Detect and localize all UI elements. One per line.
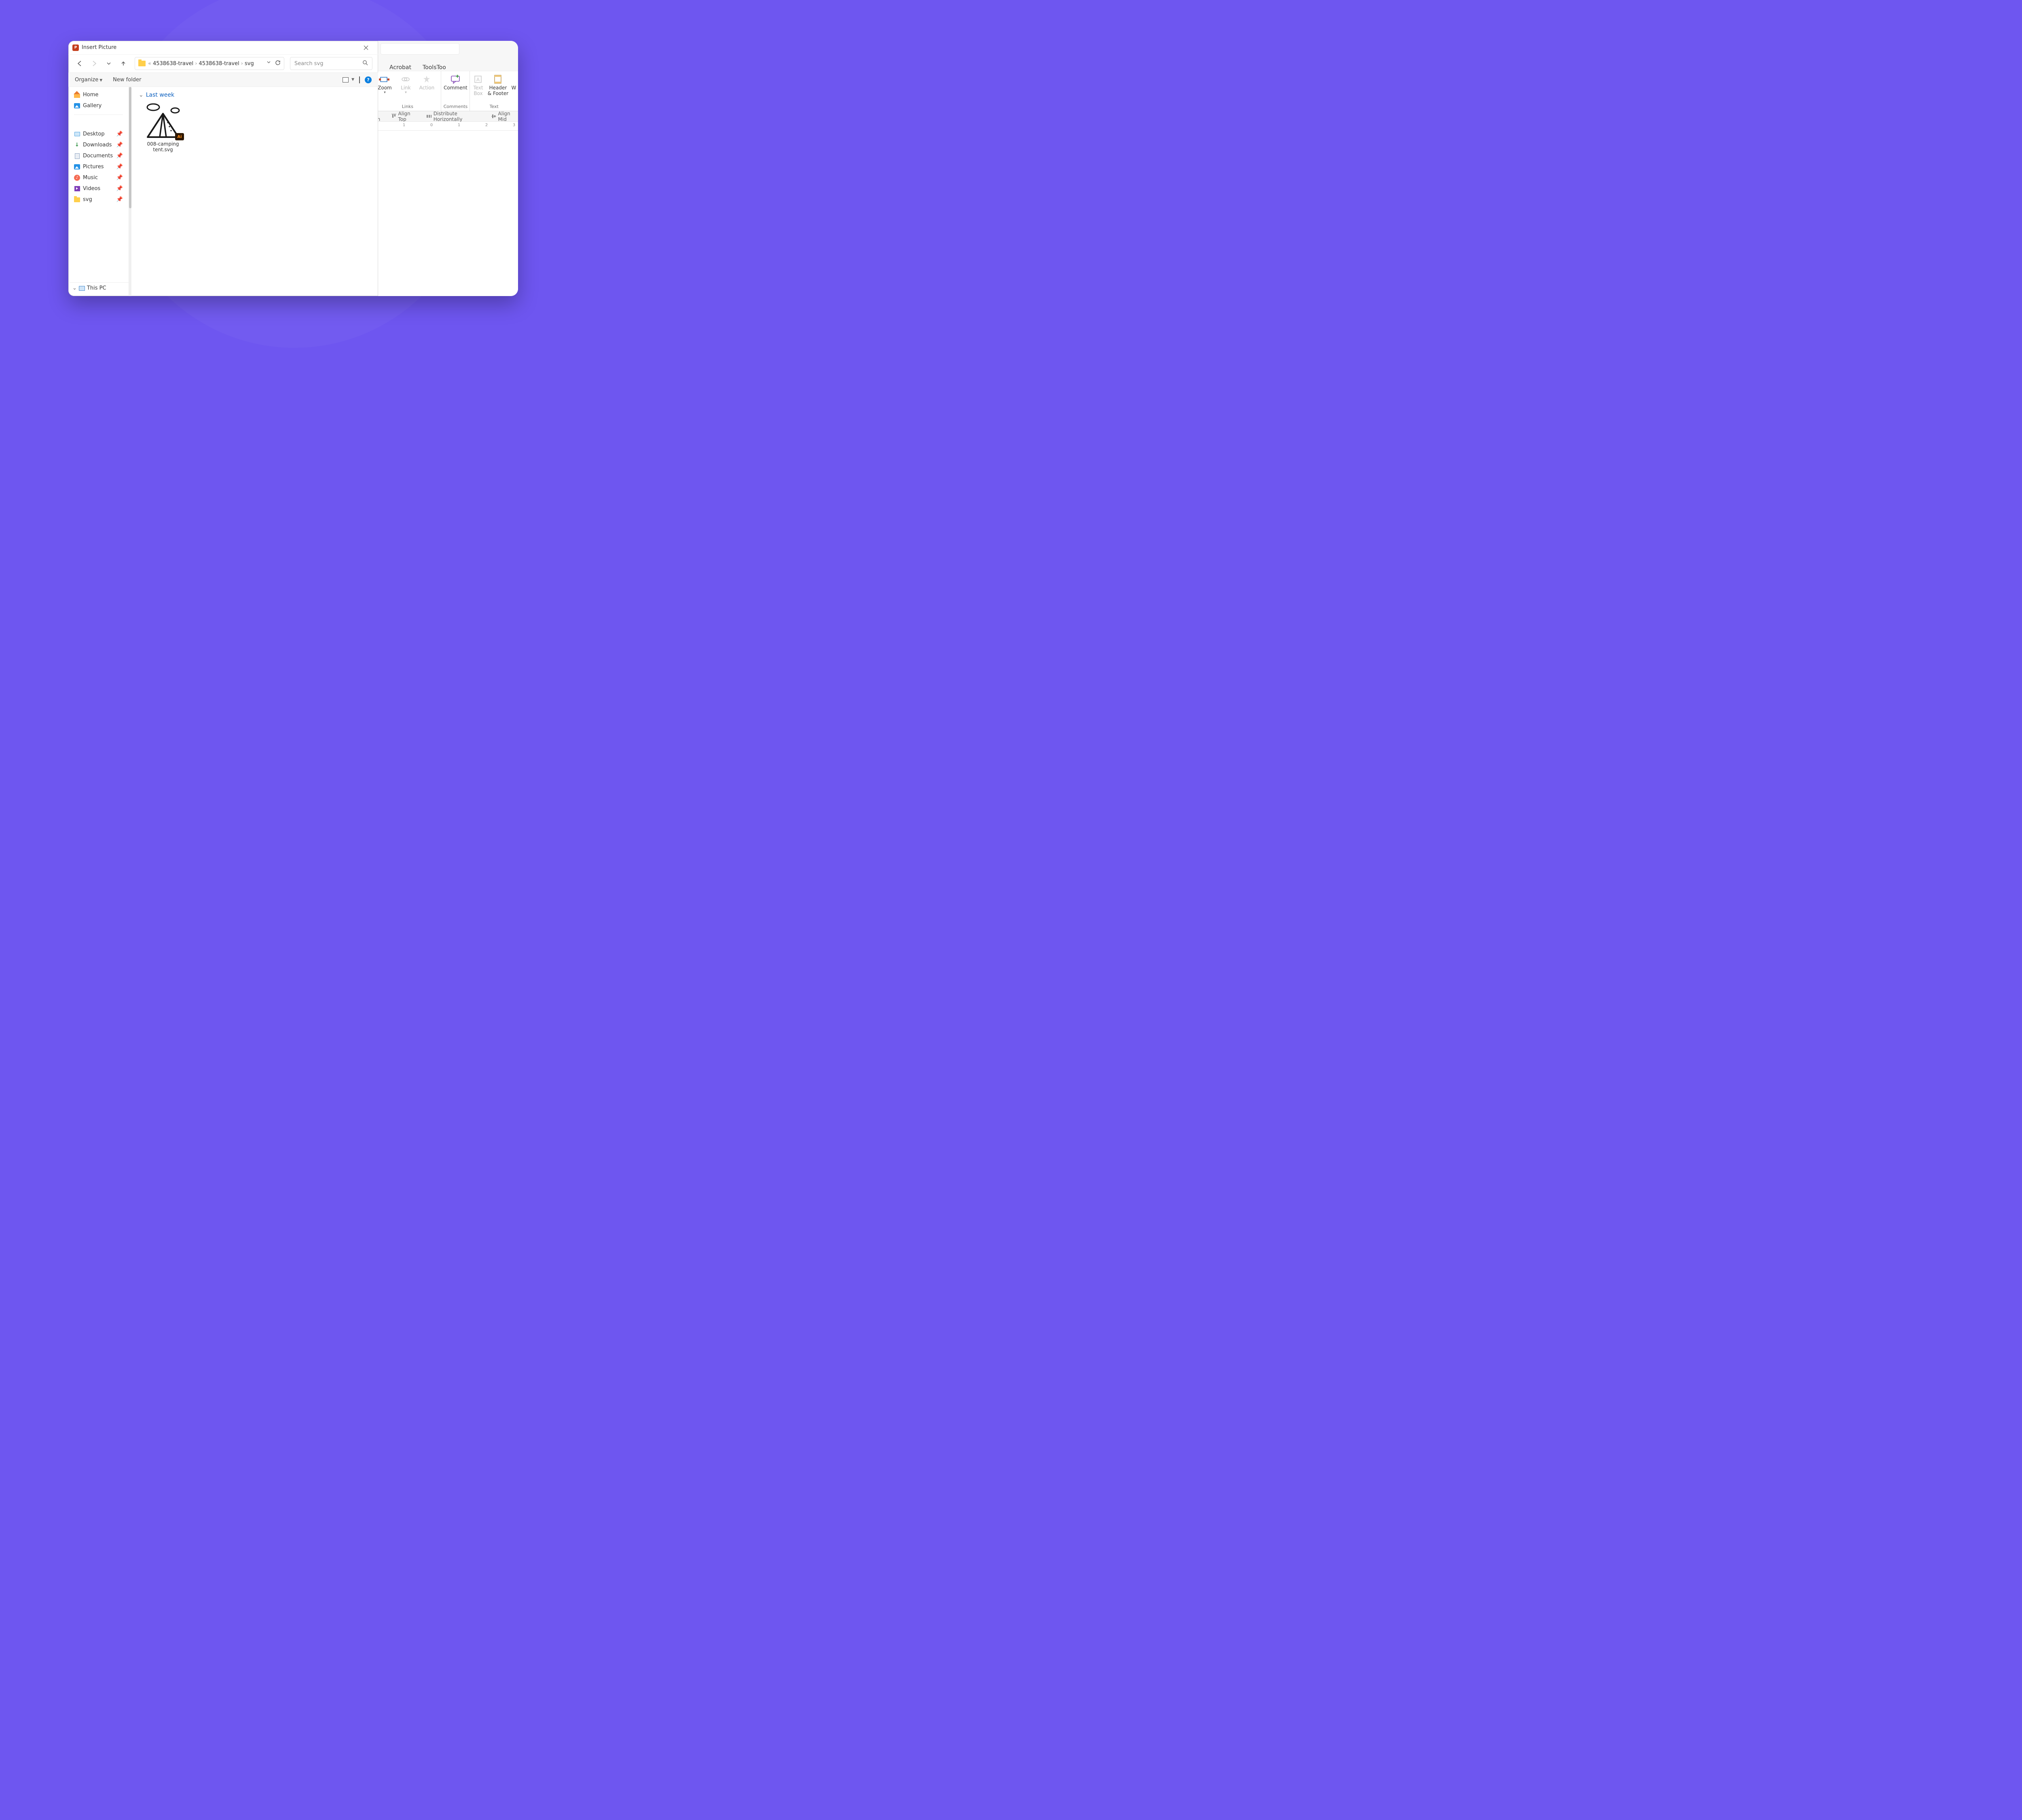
dialog-titlebar: P Insert Picture [68,41,378,55]
ribbon-textbox-button[interactable]: A Text Box [470,73,486,96]
sidebar-separator [74,114,123,115]
pin-icon[interactable]: 📌 [116,175,123,181]
distribute-horizontally-button[interactable]: Distribute Horizontally [427,111,482,122]
breadcrumb-segment-2[interactable]: 4538638-travel [199,61,239,67]
nav-forward-button[interactable] [89,58,100,69]
pin-icon[interactable]: 📌 [116,186,123,192]
preview-pane-button[interactable] [359,77,360,83]
file-name-line2: tent.svg [139,147,187,152]
link-icon [400,74,411,85]
sidebar-item-desktop[interactable]: Desktop📌 [68,129,129,140]
pictures-icon [74,164,80,169]
file-preview-icon: Ai [143,102,183,140]
align-top-button[interactable]: Align Top [391,111,418,122]
align-middle-button[interactable]: Align Mid [491,111,518,122]
nav-up-button[interactable] [118,58,129,69]
pin-icon[interactable]: 📌 [116,131,123,137]
sidebar-item-home[interactable]: Home [68,89,129,100]
search-input[interactable]: Search svg [290,57,372,70]
chevron-right-icon: › [241,61,243,67]
folder-icon [138,61,146,66]
tab-acrobat[interactable]: Acrobat [389,64,411,71]
chevron-right-icon[interactable]: ⌄ [72,285,77,291]
sidebar-item-gallery[interactable]: Gallery [68,100,129,111]
tab-toolstoo[interactable]: ToolsToo [423,64,446,71]
sidebar-item-this-pc[interactable]: ⌄ This PC [68,282,129,294]
pin-icon[interactable]: 📌 [116,197,123,203]
comment-icon [450,74,461,85]
sidebar-item-downloads[interactable]: ↓Downloads📌 [68,140,129,150]
videos-icon [74,186,80,192]
folder-icon [74,197,80,203]
header-footer-icon [492,74,503,85]
pin-icon[interactable]: 📌 [116,164,123,170]
sidebar-item-music[interactable]: ♪Music📌 [68,172,129,183]
home-icon [74,92,80,98]
dialog-title: Insert Picture [82,44,116,51]
music-icon: ♪ [74,175,80,181]
refresh-button[interactable] [275,60,281,67]
breadcrumb-overflow[interactable]: « [148,61,151,67]
search-icon [362,60,368,67]
file-thumbnail-camping-tent[interactable]: Ai 008-camping tent.svg [139,102,187,152]
new-folder-button[interactable]: New folder [113,77,141,83]
downloads-icon: ↓ [74,142,80,148]
view-layout-button[interactable]: ▼ [343,77,354,83]
search-placeholder: Search svg [294,61,324,67]
breadcrumb[interactable]: « 4538638-travel › 4538638-travel › svg [135,57,284,70]
sidebar-item-documents[interactable]: Documents📌 [68,150,129,161]
dialog-toolbar: Organize▼ New folder ▼ ? [68,72,378,87]
breadcrumb-dropdown[interactable] [266,60,271,67]
ribbon-comment-button[interactable]: Comment [441,73,470,91]
insert-picture-dialog: P Insert Picture « 4538638-travel › 4538… [68,41,378,296]
sidebar-item-svg[interactable]: svg📌 [68,194,129,205]
dialog-sidebar: Home Gallery Desktop📌 ↓Downloads📌 Docume… [68,87,129,296]
help-button[interactable]: ? [365,76,372,83]
nav-recent-dropdown[interactable] [103,58,114,69]
group-header-last-week[interactable]: ⌄ Last week [135,90,372,102]
close-button[interactable] [358,41,374,54]
ribbon-wordart-button[interactable]: W [510,73,518,91]
sidebar-item-pictures[interactable]: Pictures📌 [68,161,129,172]
ribbon-header-footer-button[interactable]: Header & Footer [486,73,510,96]
sidebar-item-videos[interactable]: Videos📌 [68,183,129,194]
ppt-search-box[interactable] [381,43,459,55]
breadcrumb-segment-1[interactable]: 4538638-travel [153,61,193,67]
gallery-icon [74,103,80,108]
wordart-icon [508,74,518,85]
documents-icon [74,153,80,159]
ribbon-group-links-label: Links [374,104,441,110]
dialog-nav-bar: « 4538638-travel › 4538638-travel › svg … [68,55,378,72]
ribbon-group-text-label: Text [470,104,518,110]
file-name-line1: 008-camping [139,141,187,147]
dialog-content-area[interactable]: ⌄ Last week Ai [129,87,378,296]
chevron-right-icon: › [195,61,197,67]
textbox-icon: A [472,74,484,85]
chevron-down-icon: ⌄ [139,92,144,98]
action-icon [421,74,432,85]
ai-file-badge: Ai [175,133,184,140]
pin-icon[interactable]: 📌 [116,153,123,159]
breadcrumb-segment-3[interactable]: svg [245,61,254,67]
ribbon-action-button[interactable]: Action [416,73,437,91]
ribbon-group-comments-label: Comments [441,104,470,110]
pin-icon[interactable]: 📌 [116,142,123,148]
scrollbar[interactable] [129,87,131,296]
powerpoint-icon: P [72,44,79,51]
nav-back-button[interactable] [74,58,85,69]
organize-menu[interactable]: Organize▼ [75,77,102,83]
desktop-icon [74,131,80,137]
ribbon-link-button[interactable]: Link ▾ [395,73,416,95]
pc-icon [79,286,85,291]
zoom-icon [379,74,390,85]
svg-text:A: A [476,77,480,83]
